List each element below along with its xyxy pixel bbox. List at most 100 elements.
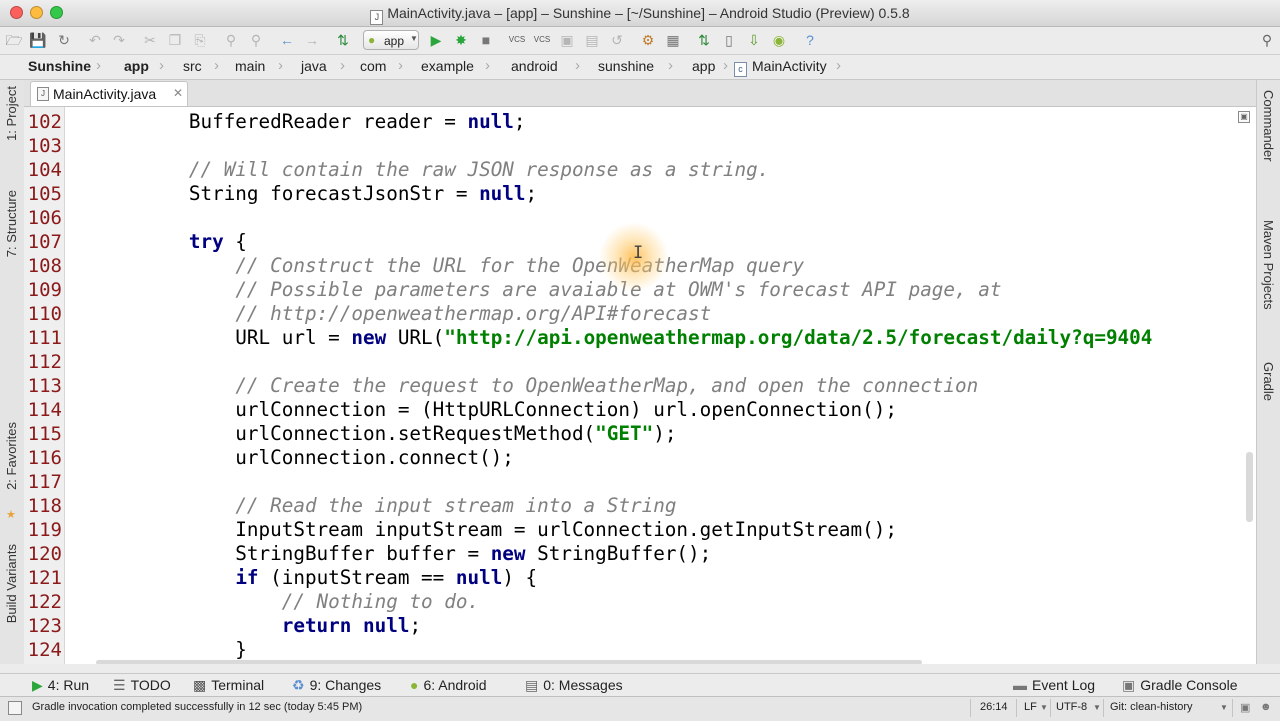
undo-icon[interactable]: ↶ xyxy=(86,31,104,49)
gradle-console-tool-button[interactable]: ▣ Gradle Console xyxy=(1122,677,1238,694)
code-line[interactable]: 105 String forecastJsonStr = null; xyxy=(24,182,1246,206)
code-line[interactable]: 113 // Create the request to OpenWeather… xyxy=(24,374,1246,398)
code-line[interactable]: 124 } xyxy=(24,638,1246,662)
attach-debugger-icon[interactable]: ■ xyxy=(477,31,495,49)
copy-icon[interactable]: ❐ xyxy=(166,31,184,49)
tool-tab-structure[interactable]: 7: Structure xyxy=(0,190,24,282)
vcs-lock-icon[interactable]: ▣ xyxy=(558,31,576,49)
code-line[interactable]: 104 // Will contain the raw JSON respons… xyxy=(24,158,1246,182)
code-line[interactable]: 111 URL url = new URL("http://api.openwe… xyxy=(24,326,1246,350)
code-line[interactable]: 109 // Possible parameters are avaiable … xyxy=(24,278,1246,302)
tool-tab-build-variants-label: Build Variants xyxy=(4,544,19,624)
line-separator-select[interactable]: LF xyxy=(1024,701,1037,713)
avd-manager-icon[interactable]: ▯ xyxy=(720,31,738,49)
forward-icon[interactable]: → xyxy=(303,31,321,49)
tool-tab-favorites[interactable]: ★ 2: Favorites xyxy=(0,422,24,522)
line-number: 123 xyxy=(27,615,62,637)
code-line[interactable]: 115 urlConnection.setRequestMethod("GET"… xyxy=(24,422,1246,446)
make-project-icon[interactable]: ⇅ xyxy=(334,31,352,49)
chevron-down-icon: ▼ xyxy=(1093,703,1101,712)
breadcrumb-example[interactable]: example xyxy=(421,58,474,75)
tool-tab-gradle[interactable]: Gradle xyxy=(1257,362,1280,432)
code-text: // Will contain the raw JSON response as… xyxy=(188,158,770,181)
code-line[interactable]: 121 if (inputStream == null) { xyxy=(24,566,1246,590)
breadcrumb-java[interactable]: java xyxy=(301,58,327,75)
find-icon[interactable]: ⚲ xyxy=(222,31,240,49)
status-message[interactable]: Gradle invocation completed successfully… xyxy=(32,701,362,713)
vcs-update-icon[interactable]: VCS xyxy=(508,31,526,49)
run-tool-label: 4: Run xyxy=(47,677,90,693)
encoding-select[interactable]: UTF-8 xyxy=(1056,701,1087,713)
code-line[interactable]: 106 xyxy=(24,206,1246,230)
code-line[interactable]: 117 xyxy=(24,470,1246,494)
paste-icon[interactable]: ⎘ xyxy=(191,31,209,49)
horizontal-scrollbar[interactable] xyxy=(96,660,922,664)
code-line[interactable]: 120 StringBuffer buffer = new StringBuff… xyxy=(24,542,1246,566)
code-line[interactable]: 123 return null; xyxy=(24,614,1246,638)
tool-tab-commander[interactable]: Commander xyxy=(1257,90,1280,200)
breadcrumb-android[interactable]: android xyxy=(511,58,558,75)
project-structure-icon[interactable]: ▦ xyxy=(664,31,682,49)
settings-wrench-icon[interactable]: ⚙ xyxy=(639,31,657,49)
cut-icon[interactable]: ✂ xyxy=(141,31,159,49)
sdk-manager-icon[interactable]: ⇩ xyxy=(745,31,763,49)
code-line[interactable]: 119 InputStream inputStream = urlConnect… xyxy=(24,518,1246,542)
changes-tool-button[interactable]: ♻ 9: Changes xyxy=(292,677,381,694)
breadcrumb-separator: › xyxy=(485,57,490,74)
breadcrumb-sunshine[interactable]: Sunshine xyxy=(28,58,91,75)
code-line[interactable]: 103 xyxy=(24,134,1246,158)
vcs-commit-icon[interactable]: VCS xyxy=(533,31,551,49)
help-icon[interactable]: ? xyxy=(801,31,819,49)
open-folder-icon[interactable]: 🗁 xyxy=(5,31,23,49)
breadcrumb-separator: › xyxy=(214,57,219,74)
vcs-compare-icon[interactable]: ▤ xyxy=(583,31,601,49)
code-line[interactable]: 114 urlConnection = (HttpURLConnection) … xyxy=(24,398,1246,422)
run-icon[interactable]: ▶ xyxy=(427,31,445,49)
debug-icon[interactable]: ✸ xyxy=(452,31,470,49)
revert-icon[interactable]: ↺ xyxy=(608,31,626,49)
run-configuration-select[interactable]: ● app ▼ xyxy=(363,30,419,50)
messages-tool-button[interactable]: ▤ 0: Messages xyxy=(525,677,623,694)
tab-mainactivity[interactable]: J MainActivity.java ✕ xyxy=(30,81,188,106)
caret-position[interactable]: 26:14 xyxy=(980,701,1008,713)
line-number: 118 xyxy=(27,495,62,517)
sync-icon[interactable]: ↻ xyxy=(55,31,73,49)
code-line[interactable]: 112 xyxy=(24,350,1246,374)
breadcrumb-sunshine-pkg[interactable]: sunshine xyxy=(598,58,654,75)
breadcrumb-app-module[interactable]: app xyxy=(124,58,149,75)
back-icon[interactable]: ← xyxy=(278,31,296,49)
replace-icon[interactable]: ⚲ xyxy=(247,31,265,49)
inspector-icon[interactable]: ☻ xyxy=(1260,701,1272,713)
breadcrumb-com[interactable]: com xyxy=(360,58,386,75)
code-editor[interactable]: 102 BufferedReader reader = null; 103 104 … xyxy=(24,107,1256,664)
search-icon[interactable]: ⚲ xyxy=(1258,31,1276,49)
monitor-icon[interactable]: ◉ xyxy=(770,31,788,49)
breadcrumb-main[interactable]: main xyxy=(235,58,265,75)
close-tab-icon[interactable]: ✕ xyxy=(173,86,183,100)
code-line[interactable]: 122 // Nothing to do. xyxy=(24,590,1246,614)
redo-icon[interactable]: ↷ xyxy=(110,31,128,49)
tool-tab-maven[interactable]: Maven Projects xyxy=(1257,220,1280,350)
save-all-icon[interactable]: 💾 xyxy=(29,31,47,49)
android-tool-button[interactable]: ● 6: Android xyxy=(410,677,487,693)
tool-tab-build-variants[interactable]: Build Variants xyxy=(0,544,24,654)
sync-gradle-icon[interactable]: ⇅ xyxy=(695,31,713,49)
lock-icon[interactable]: ▣ xyxy=(1240,701,1250,714)
inspection-status-icon[interactable]: ▣ xyxy=(1238,111,1250,123)
code-line[interactable]: 118 // Read the input stream into a Stri… xyxy=(24,494,1246,518)
terminal-tool-button[interactable]: ▩ Terminal xyxy=(193,677,264,694)
breadcrumb-mainactivity[interactable]: c MainActivity xyxy=(734,58,827,77)
run-tool-button[interactable]: ▶ 4: Run xyxy=(32,677,89,694)
vertical-scrollbar[interactable] xyxy=(1246,452,1253,522)
code-line[interactable]: 102 BufferedReader reader = null; xyxy=(24,110,1246,134)
breadcrumb-app-pkg[interactable]: app xyxy=(692,58,715,75)
tool-tab-project[interactable]: 1: Project xyxy=(0,86,24,166)
code-line[interactable]: 110 // http://openweathermap.org/API#for… xyxy=(24,302,1246,326)
breadcrumb-src[interactable]: src xyxy=(183,58,202,75)
terminal-icon: ▩ xyxy=(193,677,207,693)
tool-windows-toggle-icon[interactable] xyxy=(8,701,22,715)
code-line[interactable]: 116 urlConnection.connect(); xyxy=(24,446,1246,470)
vcs-branch-select[interactable]: Git: clean-history xyxy=(1110,701,1193,713)
todo-tool-button[interactable]: ☰ TODO xyxy=(113,677,171,694)
event-log-tool-button[interactable]: ▬ Event Log xyxy=(1013,677,1095,693)
